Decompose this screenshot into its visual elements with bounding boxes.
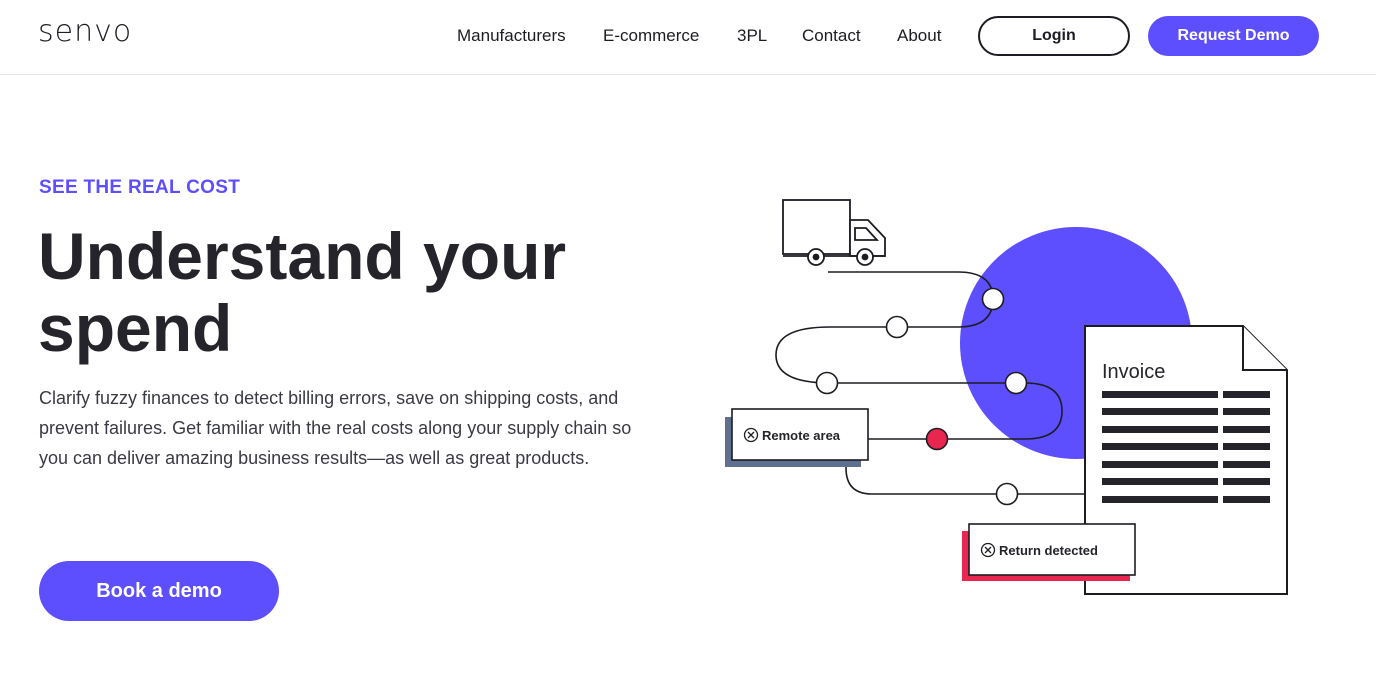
nav-contact[interactable]: Contact [802, 26, 861, 46]
logo[interactable]: senvo [38, 14, 132, 49]
return-detected-tag: Return detected [962, 523, 1136, 581]
nav-manufacturers[interactable]: Manufacturers [457, 26, 566, 46]
hero-headline-line1: Understand your [38, 219, 567, 293]
hero-eyebrow: SEE THE REAL COST [39, 177, 241, 198]
request-demo-button[interactable]: Request Demo [1148, 16, 1319, 56]
supply-chain-illustration: Invoice Remote area Return detected [725, 199, 1288, 595]
route-node [981, 287, 1005, 311]
remote-area-label: Remote area [762, 428, 841, 443]
route-node [885, 315, 909, 339]
remote-area-tag: Remote area [725, 408, 869, 467]
hero-headline: Understand your spend [38, 220, 678, 364]
route-node-alert [925, 427, 949, 451]
route-node [1004, 371, 1028, 395]
nav-ecommerce[interactable]: E-commerce [603, 26, 699, 46]
nav-3pl[interactable]: 3PL [737, 26, 767, 46]
route-node [815, 371, 839, 395]
hero-headline-line2: spend [38, 291, 233, 365]
truck-icon [782, 199, 886, 266]
book-demo-button[interactable]: Book a demo [39, 561, 279, 621]
login-button[interactable]: Login [978, 16, 1130, 56]
route-node [995, 482, 1019, 506]
invoice-title: Invoice [1102, 361, 1165, 383]
hero-description: Clarify fuzzy finances to detect billing… [39, 388, 632, 468]
site-header: senvo Manufacturers E-commerce 3PL Conta… [0, 0, 1376, 75]
nav-about[interactable]: About [897, 26, 941, 46]
return-detected-label: Return detected [999, 543, 1098, 558]
